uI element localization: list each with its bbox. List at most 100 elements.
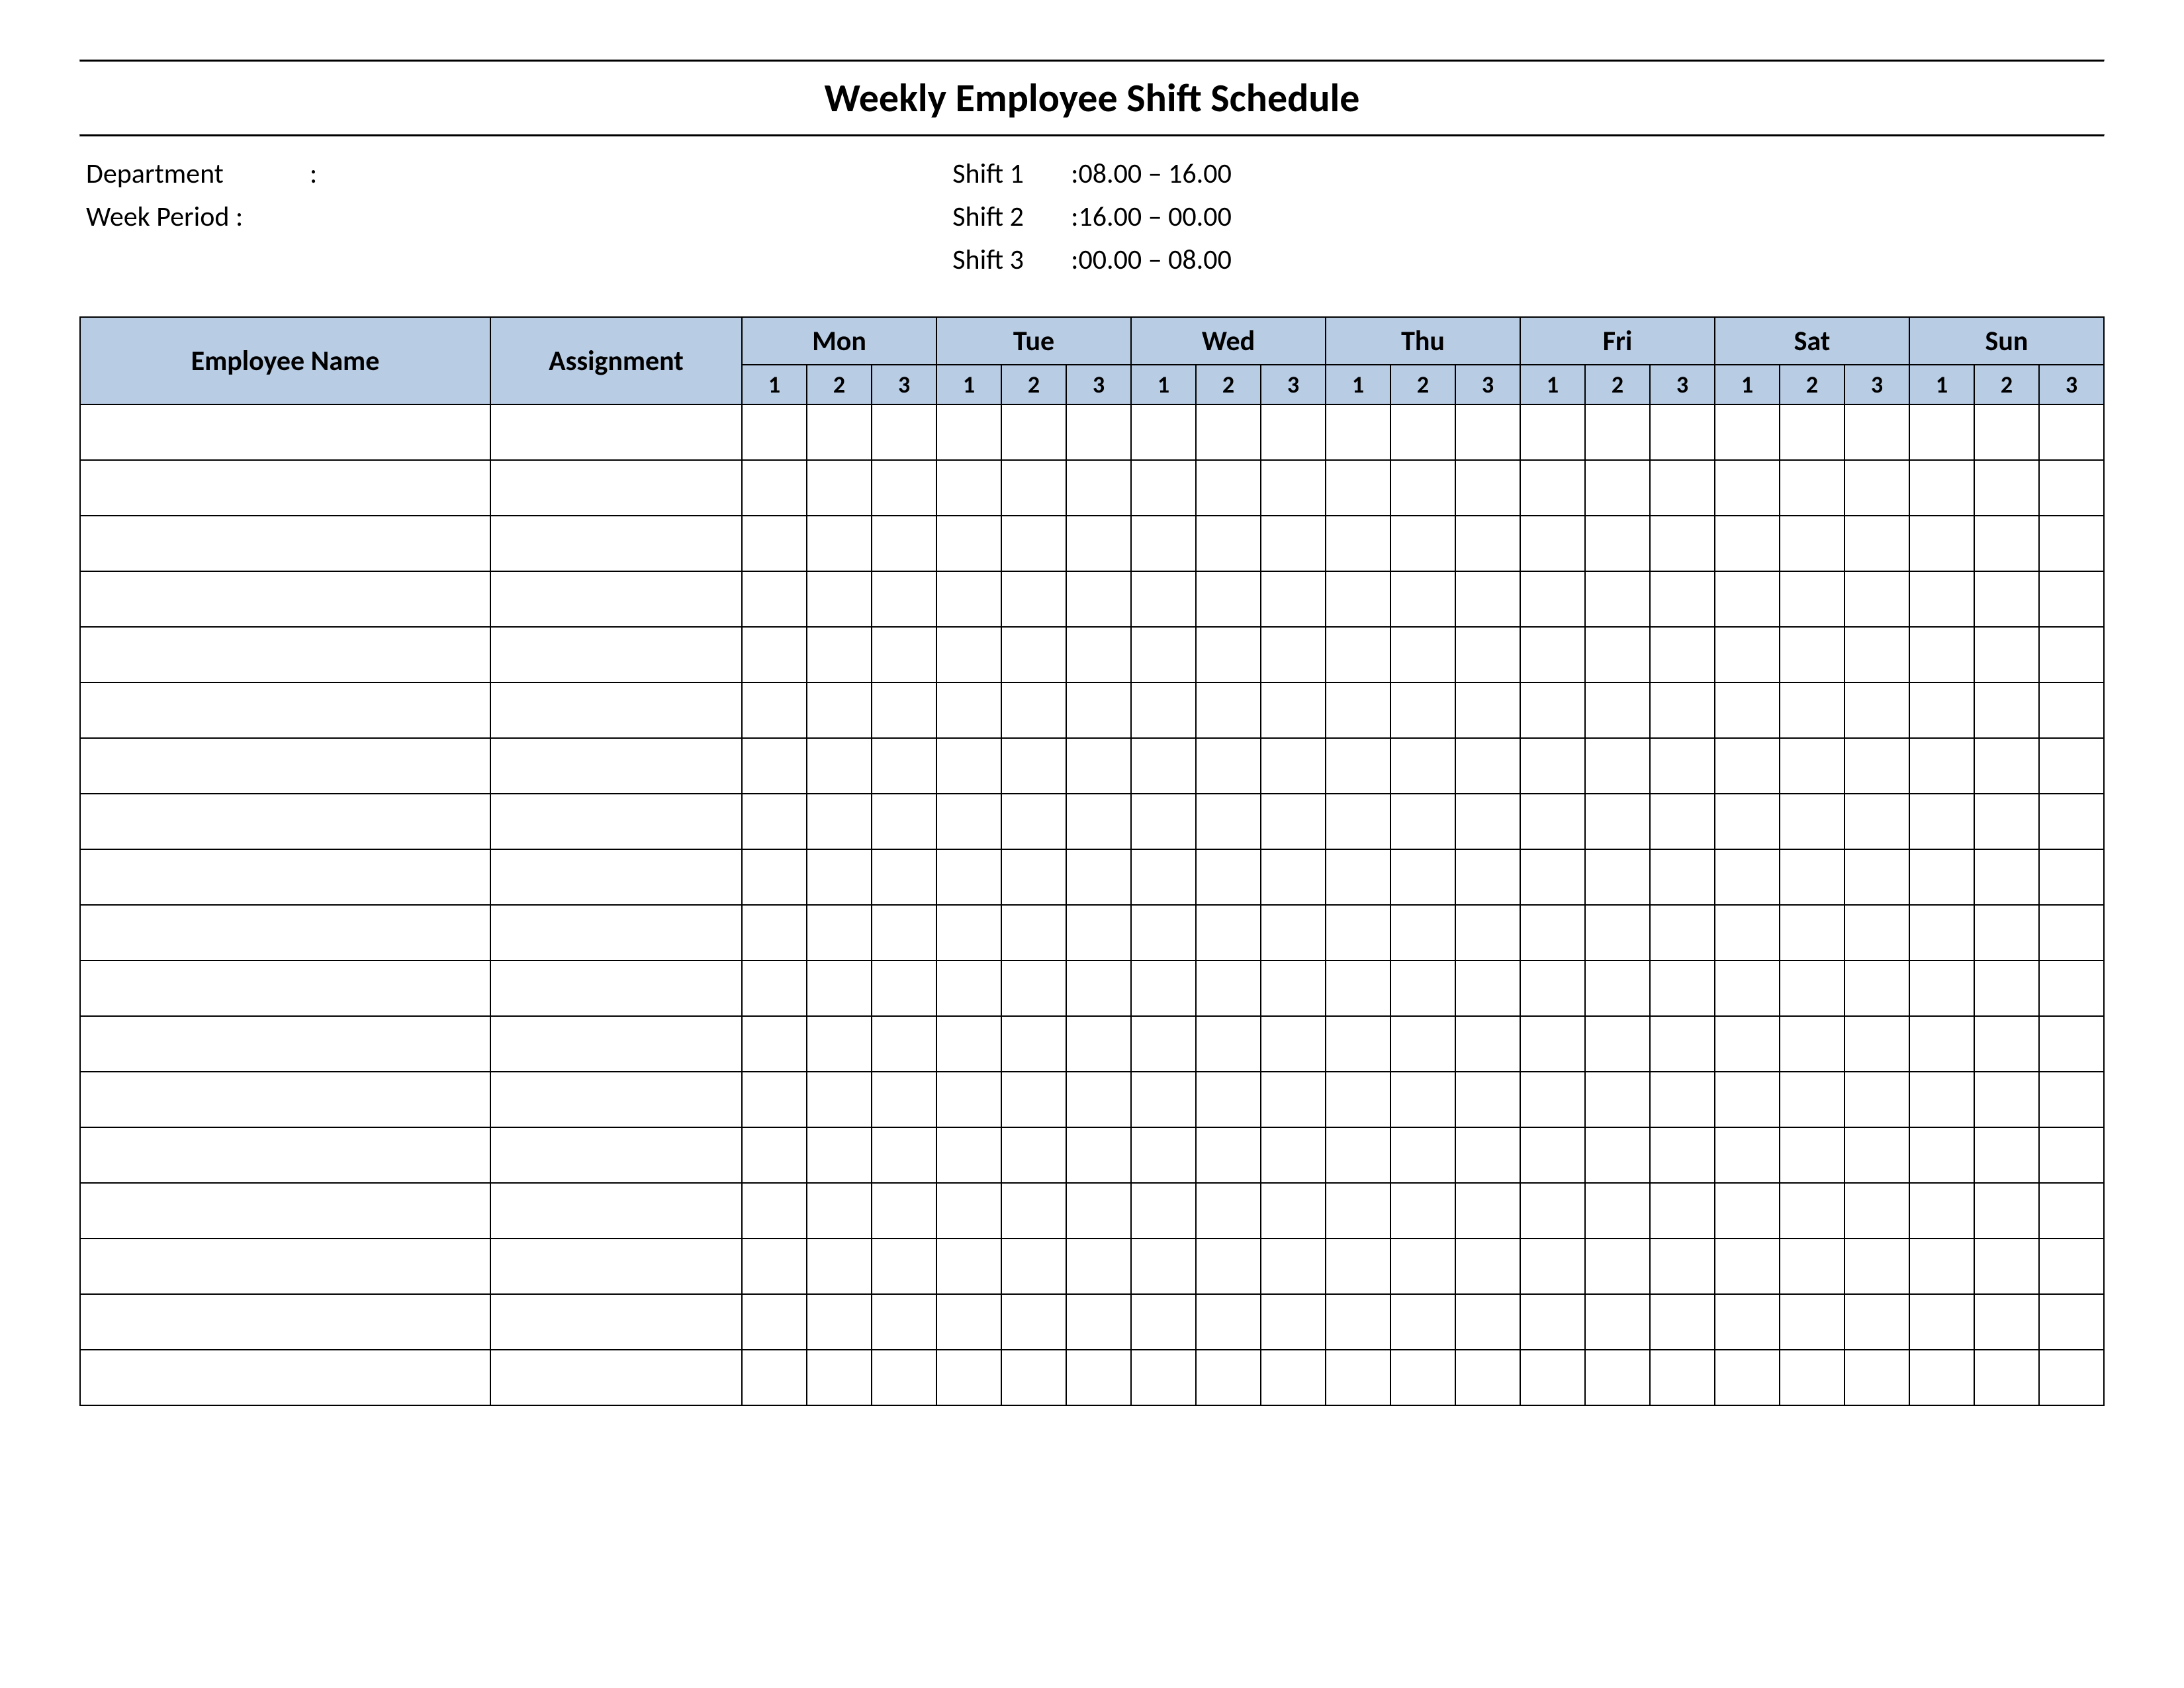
cell-shift[interactable] — [1390, 794, 1455, 849]
cell-shift[interactable] — [1520, 627, 1585, 682]
cell-shift[interactable] — [1909, 627, 1974, 682]
cell-shift[interactable] — [1844, 1183, 1909, 1239]
cell-shift[interactable] — [1715, 849, 1780, 905]
cell-assignment[interactable] — [490, 571, 742, 627]
cell-shift[interactable] — [1196, 794, 1261, 849]
cell-shift[interactable] — [1001, 905, 1066, 961]
cell-shift[interactable] — [1196, 961, 1261, 1016]
cell-shift[interactable] — [1585, 905, 1650, 961]
cell-shift[interactable] — [807, 516, 872, 571]
cell-shift[interactable] — [807, 404, 872, 460]
cell-shift[interactable] — [1066, 961, 1131, 1016]
cell-shift[interactable] — [1844, 738, 1909, 794]
cell-shift[interactable] — [742, 627, 807, 682]
cell-shift[interactable] — [1909, 1183, 1974, 1239]
cell-shift[interactable] — [936, 571, 1001, 627]
cell-shift[interactable] — [1715, 516, 1780, 571]
cell-shift[interactable] — [1974, 794, 2039, 849]
cell-shift[interactable] — [1974, 627, 2039, 682]
cell-shift[interactable] — [1974, 961, 2039, 1016]
cell-shift[interactable] — [1326, 849, 1390, 905]
cell-assignment[interactable] — [490, 1239, 742, 1294]
cell-shift[interactable] — [1909, 1127, 1974, 1183]
cell-shift[interactable] — [1585, 1183, 1650, 1239]
cell-shift[interactable] — [742, 404, 807, 460]
cell-shift[interactable] — [1261, 682, 1326, 738]
cell-shift[interactable] — [1909, 1239, 1974, 1294]
cell-shift[interactable] — [872, 849, 936, 905]
cell-employee-name[interactable] — [80, 961, 490, 1016]
cell-shift[interactable] — [1715, 738, 1780, 794]
cell-shift[interactable] — [1001, 1183, 1066, 1239]
cell-shift[interactable] — [742, 1072, 807, 1127]
cell-shift[interactable] — [1520, 1183, 1585, 1239]
cell-shift[interactable] — [1520, 516, 1585, 571]
cell-assignment[interactable] — [490, 1072, 742, 1127]
cell-shift[interactable] — [1715, 1183, 1780, 1239]
cell-shift[interactable] — [1261, 1016, 1326, 1072]
cell-shift[interactable] — [1844, 571, 1909, 627]
cell-shift[interactable] — [1326, 1072, 1390, 1127]
cell-shift[interactable] — [2039, 1127, 2104, 1183]
cell-shift[interactable] — [1390, 1294, 1455, 1350]
cell-shift[interactable] — [1131, 1183, 1196, 1239]
cell-shift[interactable] — [2039, 1072, 2104, 1127]
cell-shift[interactable] — [1585, 1239, 1650, 1294]
cell-employee-name[interactable] — [80, 627, 490, 682]
cell-shift[interactable] — [1131, 1072, 1196, 1127]
cell-shift[interactable] — [1455, 516, 1520, 571]
cell-shift[interactable] — [1001, 571, 1066, 627]
cell-shift[interactable] — [807, 1350, 872, 1405]
cell-shift[interactable] — [1520, 794, 1585, 849]
cell-shift[interactable] — [1261, 1183, 1326, 1239]
cell-shift[interactable] — [872, 627, 936, 682]
cell-shift[interactable] — [872, 460, 936, 516]
cell-shift[interactable] — [742, 516, 807, 571]
cell-shift[interactable] — [1780, 516, 1844, 571]
cell-shift[interactable] — [2039, 571, 2104, 627]
cell-shift[interactable] — [1131, 1239, 1196, 1294]
cell-shift[interactable] — [1196, 404, 1261, 460]
cell-shift[interactable] — [1261, 404, 1326, 460]
cell-shift[interactable] — [1585, 1127, 1650, 1183]
cell-shift[interactable] — [1585, 571, 1650, 627]
cell-shift[interactable] — [1780, 627, 1844, 682]
cell-assignment[interactable] — [490, 1183, 742, 1239]
cell-shift[interactable] — [1261, 516, 1326, 571]
cell-shift[interactable] — [1520, 1016, 1585, 1072]
cell-shift[interactable] — [1131, 849, 1196, 905]
cell-shift[interactable] — [1520, 1072, 1585, 1127]
cell-shift[interactable] — [1909, 460, 1974, 516]
cell-shift[interactable] — [1066, 1350, 1131, 1405]
cell-employee-name[interactable] — [80, 460, 490, 516]
cell-shift[interactable] — [1326, 905, 1390, 961]
cell-shift[interactable] — [1326, 1127, 1390, 1183]
cell-shift[interactable] — [1650, 1072, 1715, 1127]
cell-shift[interactable] — [1909, 571, 1974, 627]
cell-shift[interactable] — [1520, 682, 1585, 738]
cell-shift[interactable] — [1261, 1239, 1326, 1294]
cell-shift[interactable] — [872, 794, 936, 849]
cell-shift[interactable] — [2039, 460, 2104, 516]
cell-employee-name[interactable] — [80, 682, 490, 738]
cell-shift[interactable] — [936, 1350, 1001, 1405]
cell-shift[interactable] — [1780, 905, 1844, 961]
cell-shift[interactable] — [1455, 794, 1520, 849]
cell-shift[interactable] — [872, 516, 936, 571]
cell-shift[interactable] — [1974, 404, 2039, 460]
cell-shift[interactable] — [1974, 849, 2039, 905]
cell-shift[interactable] — [1715, 571, 1780, 627]
cell-shift[interactable] — [1196, 460, 1261, 516]
cell-shift[interactable] — [1390, 682, 1455, 738]
cell-shift[interactable] — [872, 1350, 936, 1405]
cell-shift[interactable] — [1326, 1294, 1390, 1350]
cell-shift[interactable] — [1520, 571, 1585, 627]
cell-shift[interactable] — [1001, 460, 1066, 516]
cell-shift[interactable] — [807, 905, 872, 961]
cell-shift[interactable] — [1455, 1016, 1520, 1072]
cell-shift[interactable] — [1066, 905, 1131, 961]
cell-shift[interactable] — [1131, 1127, 1196, 1183]
cell-shift[interactable] — [1844, 849, 1909, 905]
cell-shift[interactable] — [2039, 1016, 2104, 1072]
cell-shift[interactable] — [1650, 516, 1715, 571]
